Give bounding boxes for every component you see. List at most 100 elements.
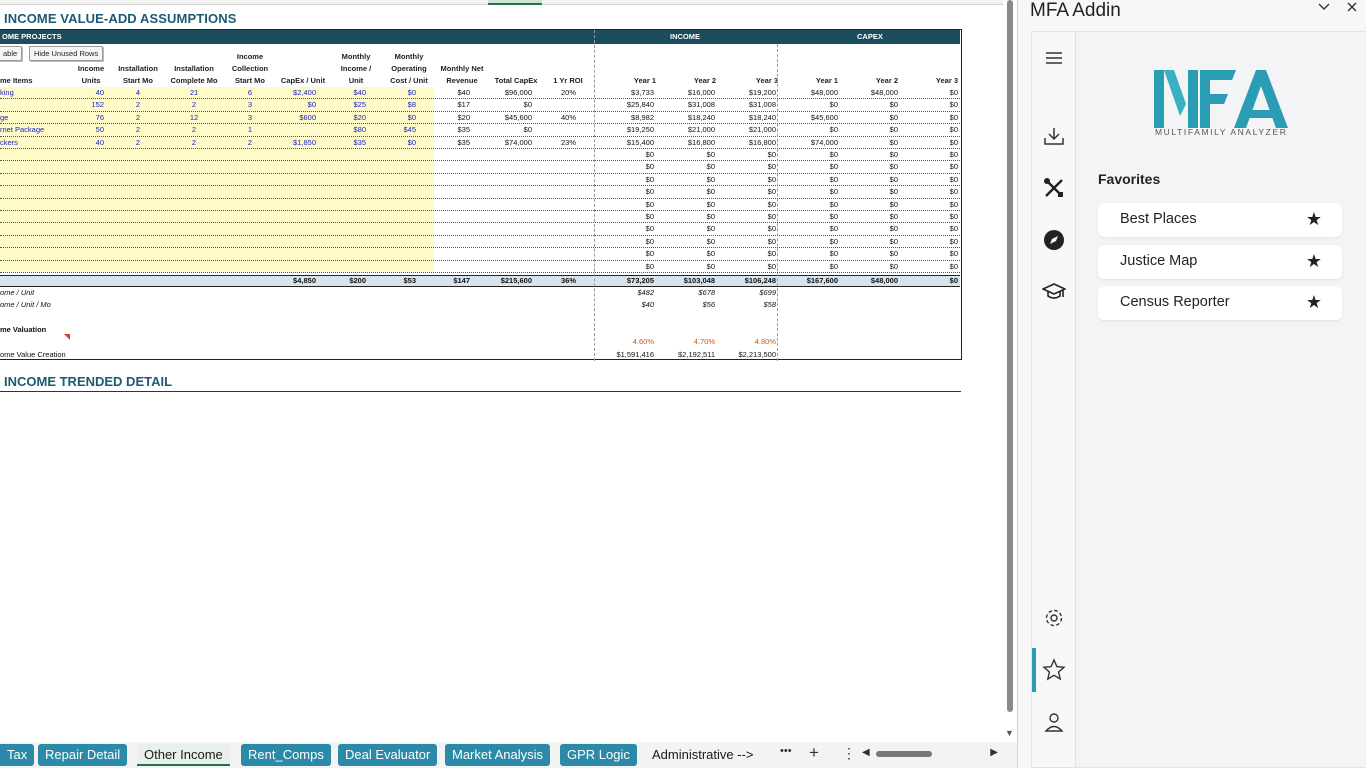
cell-income-y2[interactable]: $0 <box>660 261 715 273</box>
cell-total-capex[interactable]: $0 <box>490 99 532 111</box>
spreadsheet-grid[interactable]: INCOME VALUE-ADD ASSUMPTIONS OME PROJECT… <box>0 0 1003 742</box>
cell-income-y1[interactable]: $0 <box>600 161 654 173</box>
cell-capex-y2[interactable]: $0 <box>840 223 898 235</box>
cell-capex-y3[interactable]: $0 <box>900 124 958 136</box>
cell-income-y2[interactable]: $0 <box>660 161 715 173</box>
favorite-best-places[interactable]: Best Places ★ <box>1098 203 1342 237</box>
favorite-justice-map[interactable]: Justice Map ★ <box>1098 245 1342 279</box>
cell-collection-start[interactable]: 1 <box>226 124 274 136</box>
tools-icon[interactable] <box>1042 176 1066 200</box>
cell-total-capex[interactable]: $45,600 <box>490 112 532 124</box>
graduation-cap-icon[interactable] <box>1042 280 1066 304</box>
tab-options-icon[interactable]: ⋮ <box>842 745 856 762</box>
cell-income-y3[interactable]: $0 <box>720 161 776 173</box>
vertical-scroll-thumb[interactable] <box>1007 0 1013 712</box>
cell-capex-y1[interactable]: $0 <box>780 161 838 173</box>
valuation-y2[interactable]: 4.70% <box>660 336 715 348</box>
more-tabs-icon[interactable]: ••• <box>780 745 792 757</box>
scroll-down-arrow-icon[interactable]: ▼ <box>1005 728 1014 738</box>
cell-capex-unit[interactable]: $2,400 <box>276 87 316 99</box>
cell-income-y2[interactable]: $0 <box>660 236 715 248</box>
valuation-y1[interactable]: 4.60% <box>600 336 654 348</box>
cell-install-complete[interactable]: 2 <box>165 137 223 149</box>
cell-net-revenue[interactable]: $40 <box>436 87 470 99</box>
cell-capex-y3[interactable]: $0 <box>900 248 958 260</box>
cell-capex-y1[interactable]: $0 <box>780 174 838 186</box>
cell-install-complete[interactable]: 2 <box>165 99 223 111</box>
cell-capex-y2[interactable]: $0 <box>840 124 898 136</box>
cell-income-y3[interactable]: $19,200 <box>720 87 776 99</box>
cell-capex-y1[interactable]: $48,000 <box>780 87 838 99</box>
cell-capex-y3[interactable]: $0 <box>900 223 958 235</box>
cell-income-y3[interactable]: $21,000 <box>720 124 776 136</box>
cell-income-y2[interactable]: $0 <box>660 248 715 260</box>
cell-install-start[interactable]: 4 <box>113 87 163 99</box>
cell-total-capex[interactable]: $0 <box>490 124 532 136</box>
cell-income-y2[interactable]: $31,008 <box>660 99 715 111</box>
cell-income-y2[interactable]: $0 <box>660 223 715 235</box>
cell-install-start[interactable]: 2 <box>113 99 163 111</box>
cell-operating-cost[interactable]: $45 <box>384 124 416 136</box>
cell-capex-y3[interactable]: $0 <box>900 149 958 161</box>
cell-install-start[interactable]: 2 <box>113 112 163 124</box>
download-icon[interactable] <box>1042 124 1066 148</box>
cell-capex-y2[interactable]: $0 <box>840 236 898 248</box>
cell-capex-unit[interactable]: $600 <box>276 112 316 124</box>
cell-units[interactable]: 152 <box>74 99 104 111</box>
cell-monthly-income[interactable]: $20 <box>334 112 366 124</box>
cell-capex-y2[interactable]: $0 <box>840 199 898 211</box>
valuation-y3[interactable]: 4.80% <box>720 336 776 348</box>
cell-income-y3[interactable]: $0 <box>720 174 776 186</box>
column-header-strip[interactable] <box>0 0 1003 5</box>
cell-income-y1[interactable]: $0 <box>600 223 654 235</box>
tab-administrative[interactable]: Administrative --> <box>645 744 761 766</box>
cell-capex-y3[interactable]: $0 <box>900 186 958 198</box>
cell-income-y3[interactable]: $16,800 <box>720 137 776 149</box>
cell-income-y1[interactable]: $0 <box>600 211 654 223</box>
cell-capex-y1[interactable]: $74,000 <box>780 137 838 149</box>
tab-tax[interactable]: Tax <box>0 744 35 766</box>
cell-income-y2[interactable]: $0 <box>660 211 715 223</box>
tab-repair-detail[interactable]: Repair Detail <box>38 744 128 766</box>
cell-capex-y1[interactable]: $0 <box>780 223 838 235</box>
cell-income-y3[interactable]: $31,008 <box>720 99 776 111</box>
cell-item[interactable]: king <box>0 87 70 99</box>
cell-item[interactable]: rnet Package <box>0 124 70 136</box>
horizontal-scrollbar[interactable]: ◀ ▶ <box>862 747 998 759</box>
cell-net-revenue[interactable]: $35 <box>436 124 470 136</box>
cell-capex-y3[interactable]: $0 <box>900 112 958 124</box>
cell-collection-start[interactable]: 3 <box>226 99 274 111</box>
cell-units[interactable]: 50 <box>74 124 104 136</box>
cell-install-complete[interactable]: 12 <box>165 112 223 124</box>
cell-capex-y2[interactable]: $0 <box>840 112 898 124</box>
cell-capex-y1[interactable]: $0 <box>780 261 838 273</box>
star-filled-icon[interactable]: ★ <box>1306 251 1322 272</box>
cell-income-y1[interactable]: $0 <box>600 174 654 186</box>
cell-monthly-income[interactable]: $35 <box>334 137 366 149</box>
cell-income-y2[interactable]: $21,000 <box>660 124 715 136</box>
cell-operating-cost[interactable]: $0 <box>384 137 416 149</box>
cell-income-y1[interactable]: $0 <box>600 149 654 161</box>
hide-unused-rows-button[interactable]: Hide Unused Rows <box>29 46 104 61</box>
cell-install-start[interactable]: 2 <box>113 137 163 149</box>
cell-collection-start[interactable]: 3 <box>226 112 274 124</box>
cell-capex-y2[interactable]: $0 <box>840 261 898 273</box>
cell-income-y1[interactable]: $0 <box>600 236 654 248</box>
tab-deal-evaluator[interactable]: Deal Evaluator <box>338 744 438 766</box>
add-sheet-icon[interactable]: + <box>809 743 819 763</box>
assumptions-table[interactable]: OME PROJECTS INCOME CAPEX able Hide Unus… <box>0 29 962 361</box>
star-filled-icon[interactable]: ★ <box>1306 292 1322 313</box>
cell-net-revenue[interactable]: $35 <box>436 137 470 149</box>
cell-income-y2[interactable]: $0 <box>660 149 715 161</box>
cell-income-y2[interactable]: $0 <box>660 199 715 211</box>
cell-capex-y1[interactable]: $0 <box>780 124 838 136</box>
cell-income-y3[interactable]: $0 <box>720 186 776 198</box>
cell-income-y3[interactable]: $0 <box>720 149 776 161</box>
cell-units[interactable]: 40 <box>74 137 104 149</box>
cell-capex-unit[interactable]: $1,850 <box>276 137 316 149</box>
cell-operating-cost[interactable]: $0 <box>384 87 416 99</box>
cell-income-y3[interactable]: $0 <box>720 199 776 211</box>
cell-income-y2[interactable]: $16,000 <box>660 87 715 99</box>
cell-capex-y2[interactable]: $0 <box>840 137 898 149</box>
cell-income-y3[interactable]: $0 <box>720 223 776 235</box>
